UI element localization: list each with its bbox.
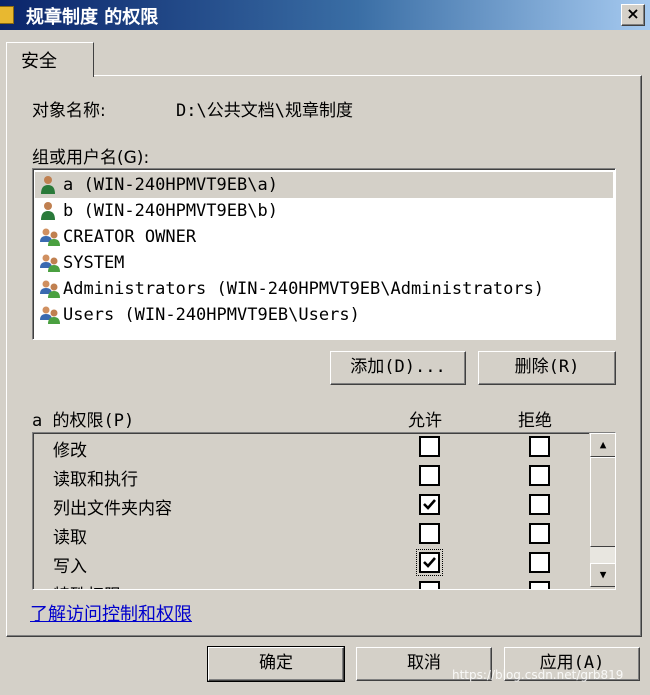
group-name: Administrators (WIN-240HPMVT9EB\Administ… [63, 279, 545, 299]
group-name: a (WIN-240HPMVT9EB\a) [63, 175, 278, 195]
title-bar: 规章制度 的权限 × [0, 0, 650, 30]
deny-checkbox[interactable] [529, 581, 550, 589]
allow-checkbox[interactable] [419, 494, 440, 515]
permissions-list: 修改读取和执行列出文件夹内容读取写入特殊权限 ▲ ▼ [32, 432, 616, 590]
permission-row: 特殊权限 [33, 579, 589, 589]
group-user-list[interactable]: a (WIN-240HPMVT9EB\a) b (WIN-240HPMVT9EB\… [32, 168, 616, 340]
allow-checkbox[interactable] [419, 465, 440, 486]
scroll-down-icon[interactable]: ▼ [590, 563, 615, 587]
deny-checkbox[interactable] [529, 436, 550, 457]
group-name: SYSTEM [63, 253, 125, 273]
deny-checkbox[interactable] [529, 494, 550, 515]
permission-row: 读取和执行 [33, 463, 589, 492]
checkmark-icon [423, 499, 436, 510]
deny-checkbox[interactable] [529, 552, 550, 573]
ok-button[interactable]: 确定 [207, 646, 345, 682]
group-name: b (WIN-240HPMVT9EB\b) [63, 201, 278, 221]
group-list-item[interactable]: a (WIN-240HPMVT9EB\a) [35, 172, 613, 198]
permissions-label: a 的权限(P) [32, 411, 135, 431]
help-link[interactable]: 了解访问控制和权限 [30, 600, 192, 626]
scroll-up-icon[interactable]: ▲ [590, 433, 615, 457]
deny-checkbox[interactable] [529, 465, 550, 486]
deny-header: 拒绝 [518, 411, 552, 431]
allow-checkbox[interactable] [419, 436, 440, 457]
object-name-value: D:\公共文档\规章制度 [176, 101, 353, 121]
window-title: 规章制度 的权限 [26, 7, 159, 28]
close-button[interactable]: × [621, 4, 645, 26]
object-name-label: 对象名称: [32, 101, 106, 121]
permission-name: 读取和执行 [53, 470, 138, 490]
permission-name: 写入 [53, 557, 87, 577]
allow-checkbox[interactable] [419, 581, 440, 589]
group-list-item[interactable]: b (WIN-240HPMVT9EB\b) [35, 198, 613, 224]
scroll-thumb[interactable] [590, 457, 615, 547]
folder-icon [0, 6, 14, 24]
tab-security[interactable]: 安全 [6, 42, 94, 77]
permission-row: 读取 [33, 521, 589, 550]
allow-checkbox[interactable] [416, 549, 443, 576]
permission-name: 特殊权限 [53, 581, 121, 589]
add-button[interactable]: 添加(D)... [330, 351, 466, 385]
checkmark-icon [423, 557, 436, 568]
deny-checkbox[interactable] [529, 523, 550, 544]
permission-row: 修改 [33, 434, 589, 463]
groups-label: 组或用户名(G): [32, 148, 150, 168]
permissions-scrollbar[interactable]: ▲ ▼ [589, 433, 615, 587]
group-list-item[interactable]: CREATOR OWNER [35, 224, 613, 250]
group-list-item[interactable]: Users (WIN-240HPMVT9EB\Users) [35, 302, 613, 328]
group-list-item[interactable]: Administrators (WIN-240HPMVT9EB\Administ… [35, 276, 613, 302]
group-list-item[interactable]: SYSTEM [35, 250, 613, 276]
permission-name: 读取 [53, 528, 87, 548]
permission-row: 列出文件夹内容 [33, 492, 589, 521]
allow-header: 允许 [408, 411, 442, 431]
group-name: CREATOR OWNER [63, 227, 197, 247]
remove-button[interactable]: 删除(R) [478, 351, 616, 385]
allow-checkbox[interactable] [419, 523, 440, 544]
group-name: Users (WIN-240HPMVT9EB\Users) [63, 305, 360, 325]
permission-row: 写入 [33, 549, 589, 579]
permission-name: 列出文件夹内容 [53, 499, 172, 519]
permission-name: 修改 [53, 441, 87, 461]
watermark: https://blog.csdn.net/grb819 [452, 668, 624, 682]
